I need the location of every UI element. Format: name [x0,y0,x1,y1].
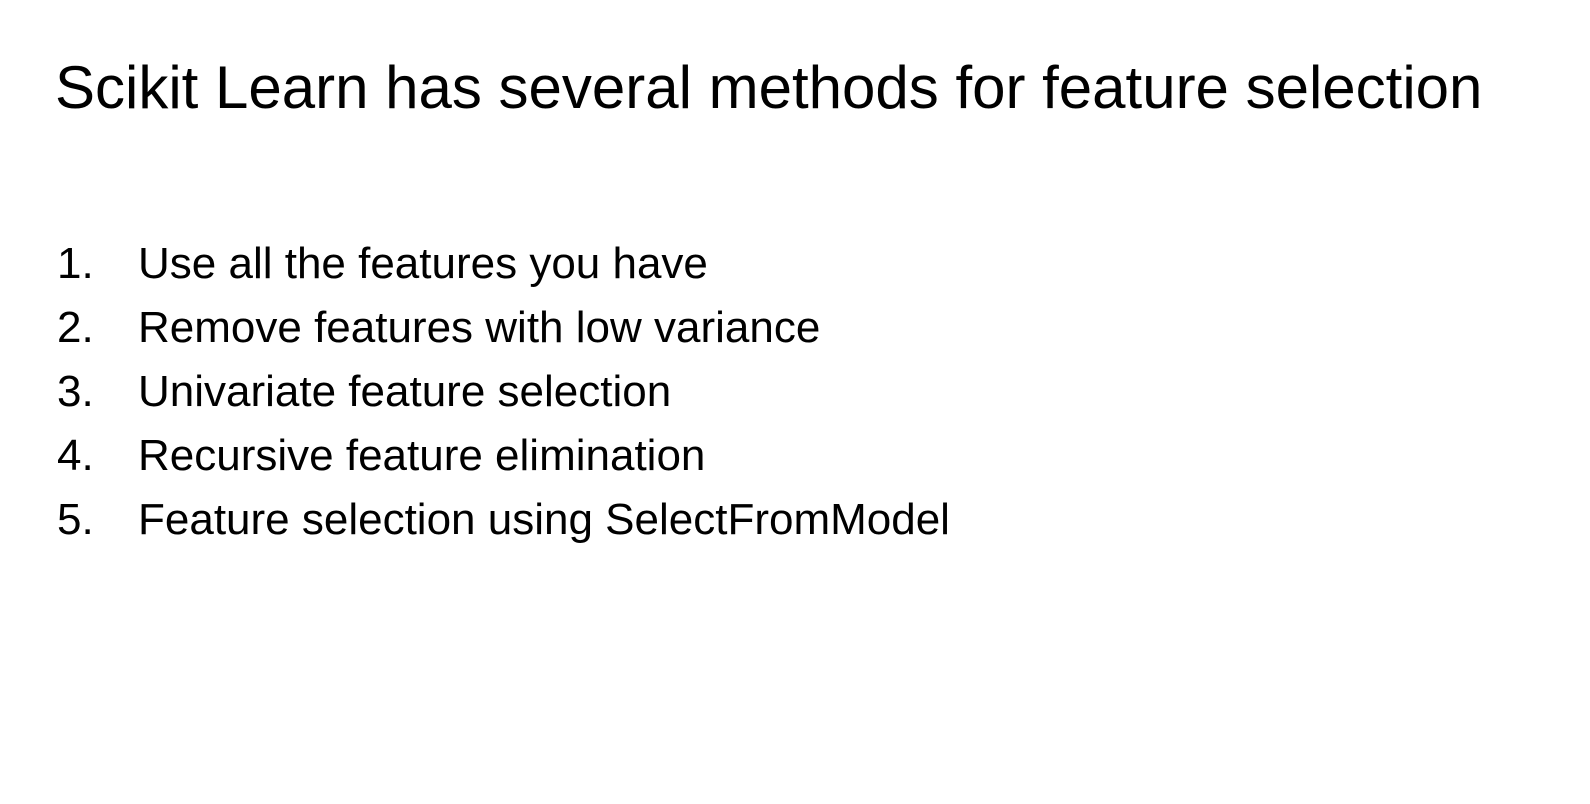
list-number: 1. [57,239,94,288]
list-number: 5. [57,495,94,544]
list-item-text: Feature selection using SelectFromModel [138,495,950,544]
list-item-text: Recursive feature elimination [138,431,706,480]
list-item-recursive-elimination: 4. Recursive feature elimination [57,428,950,492]
list-item-select-from-model: 5. Feature selection using SelectFromMod… [57,492,950,556]
list-item-text: Remove features with low variance [138,303,821,352]
list-number: 2. [57,303,94,352]
list-number: 3. [57,367,94,416]
list-item-text: Univariate feature selection [138,367,672,416]
list-item-text: Use all the features you have [138,239,708,288]
feature-selection-methods-list: 1. Use all the features you have 2. Remo… [57,236,950,556]
slide-title: Scikit Learn has several methods for fea… [55,54,1483,121]
slide: Scikit Learn has several methods for fea… [0,0,1590,804]
list-item-use-all-features: 1. Use all the features you have [57,236,950,300]
list-item-univariate-selection: 3. Univariate feature selection [57,364,950,428]
list-item-low-variance: 2. Remove features with low variance [57,300,950,364]
list-number: 4. [57,431,94,480]
